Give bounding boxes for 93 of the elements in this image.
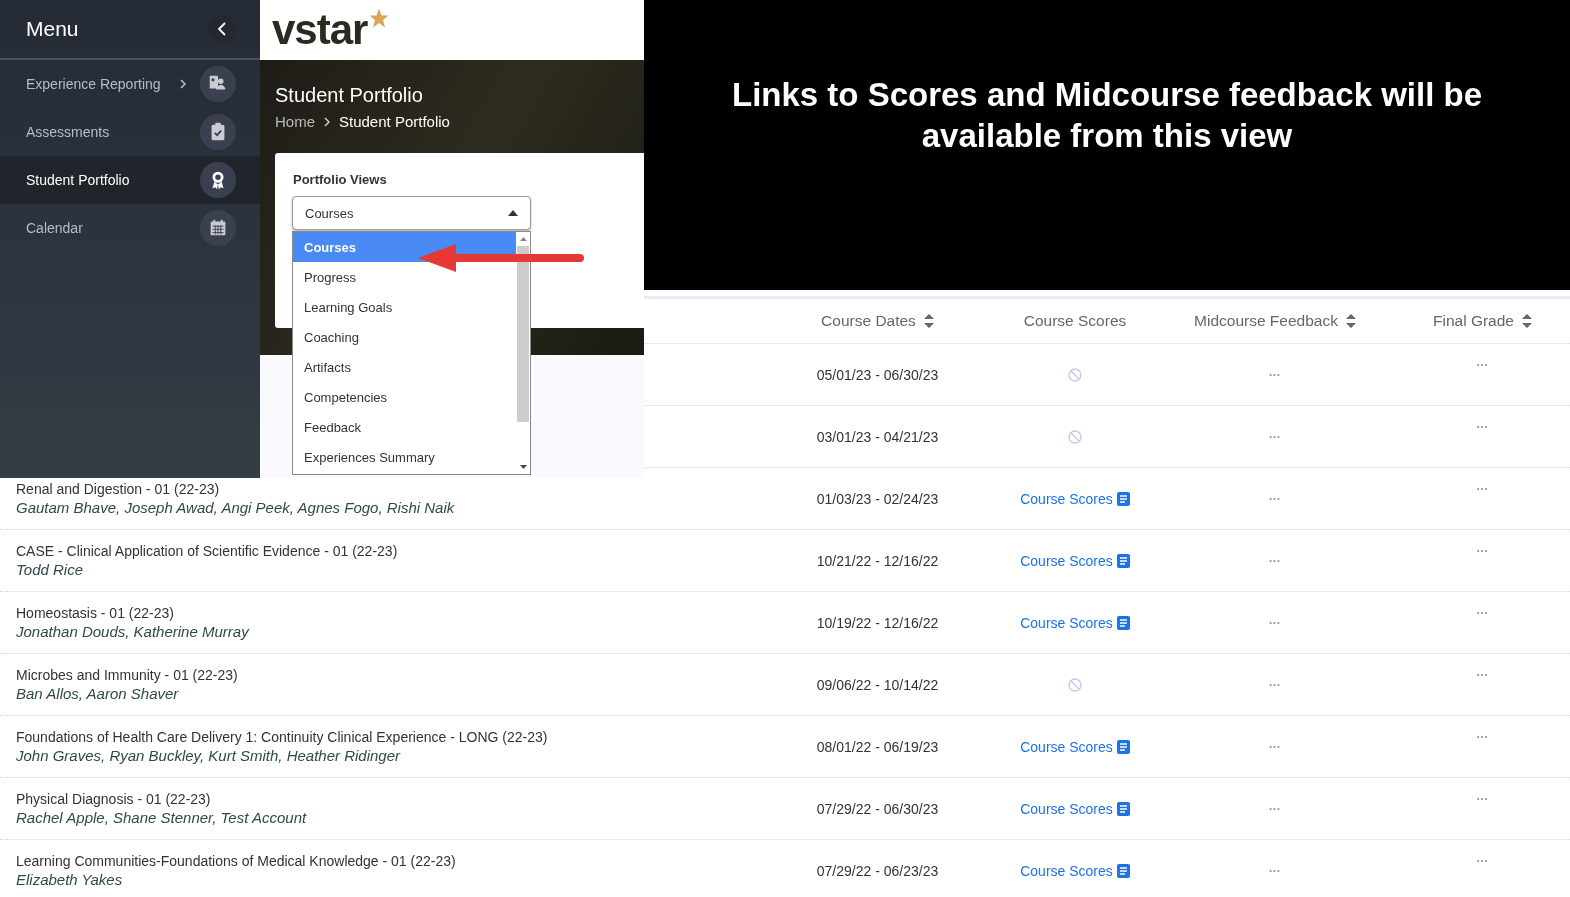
more-options[interactable]: •••: [1476, 608, 1489, 617]
instructor-names: Rachel Apple, Shane Stenner, Test Account: [16, 809, 307, 826]
course-dates: 08/01/22 - 06/19/23: [816, 738, 939, 755]
menu-title: Menu: [26, 17, 79, 41]
prohibited-icon: [1068, 367, 1082, 382]
dropdown-option[interactable]: Progress: [293, 262, 516, 292]
collapse-button[interactable]: [208, 15, 236, 43]
more-options[interactable]: •••: [1269, 804, 1281, 813]
book-icon: [1116, 863, 1130, 878]
course-dates: 03/01/23 - 04/21/23: [816, 428, 939, 445]
course-title: CASE - Clinical Application of Scientific Evidence - 01 (22-23): [16, 543, 398, 559]
chevron-right-icon: [324, 116, 330, 127]
dropdown-option[interactable]: Competencies: [293, 382, 516, 412]
more-options[interactable]: •••: [1476, 484, 1489, 493]
sidebar-item-label[interactable]: Assessments: [26, 124, 200, 140]
course-dates: 09/06/22 - 10/14/22: [816, 676, 939, 693]
course-dates: 07/29/22 - 06/23/23: [816, 862, 939, 879]
dropdown-option[interactable]: Feedback: [293, 412, 516, 442]
sidebar-item[interactable]: Assessments: [0, 108, 260, 156]
instructor-names: John Graves, Ryan Buckley, Kurt Smith, Heather Ridinger: [16, 747, 401, 764]
views-dropdown[interactable]: Courses: [292, 196, 531, 230]
dropdown-option[interactable]: Coaching: [293, 322, 516, 352]
book-icon: [1116, 491, 1130, 506]
more-options[interactable]: •••: [1476, 856, 1489, 865]
more-options[interactable]: •••: [1476, 732, 1489, 741]
book-icon: [1116, 801, 1130, 816]
chevron-right-icon: [180, 79, 186, 89]
course-title: Learning Communities-Foundations of Medical Knowledge - 01 (22-23): [16, 853, 456, 869]
course-dates: 10/19/22 - 12/16/22: [816, 614, 939, 631]
prohibited-icon: [1068, 677, 1082, 692]
more-options[interactable]: •••: [1269, 556, 1281, 565]
announcement-banner: Links to Scores and Midcourse feedback will be available from this view: [644, 0, 1570, 290]
column-header[interactable]: Final Grade: [1433, 312, 1532, 330]
course-title: Microbes and Immunity - 01 (22-23): [16, 667, 238, 683]
more-options[interactable]: •••: [1269, 370, 1281, 379]
course-scores-link[interactable]: Course Scores: [1020, 800, 1130, 817]
prohibited-icon: [1068, 429, 1082, 444]
sidebar-item-label[interactable]: Student Portfolio: [26, 172, 200, 188]
book-icon: [1116, 615, 1130, 630]
instructor-names: Todd Rice: [16, 561, 83, 578]
chevron-left-icon: [218, 22, 226, 36]
column-header[interactable]: Course Dates: [821, 312, 934, 330]
caret-up-icon: [519, 237, 527, 241]
course-scores-link[interactable]: Course Scores: [1020, 738, 1130, 755]
instructor-names: Gautam Bhave, Joseph Awad, Angi Peek, Agnes Fogo, Rishi Naik: [16, 499, 455, 516]
more-options[interactable]: •••: [1476, 422, 1489, 431]
course-dates: 10/21/22 - 12/16/22: [816, 552, 939, 569]
more-options[interactable]: •••: [1269, 866, 1281, 875]
more-options[interactable]: •••: [1269, 680, 1281, 689]
breadcrumb-link[interactable]: Home: [275, 113, 315, 130]
sidebar-item[interactable]: Calendar: [0, 204, 260, 252]
course-title: Foundations of Health Care Delivery 1: Continuity Clinical Experience - LONG (22-23): [16, 729, 548, 745]
course-dates: 05/01/23 - 06/30/23: [816, 366, 939, 383]
caret-up-icon: [508, 210, 518, 216]
sort-icon: [923, 314, 934, 328]
logo-text: vstar: [272, 6, 368, 54]
caret-down-icon: [519, 465, 527, 469]
instructor-names: Jonathan Douds, Katherine Murray: [16, 623, 249, 640]
instructor-names: Ban Allos, Aaron Shaver: [16, 685, 179, 702]
course-scores-link[interactable]: Course Scores: [1020, 614, 1130, 631]
more-options[interactable]: •••: [1476, 360, 1489, 369]
course-scores-link[interactable]: Course Scores: [1020, 552, 1130, 569]
dropdown-option[interactable]: Experiences Summary: [293, 442, 516, 472]
dropdown-option[interactable]: Artifacts: [293, 352, 516, 382]
more-options[interactable]: •••: [1269, 432, 1281, 441]
book-icon: [1116, 553, 1130, 568]
sidebar-item[interactable]: Student Portfolio: [0, 156, 260, 204]
course-scores-link[interactable]: Course Scores: [1020, 862, 1130, 879]
sort-icon: [1345, 314, 1356, 328]
more-options[interactable]: •••: [1269, 618, 1281, 627]
more-options[interactable]: •••: [1476, 794, 1489, 803]
sidebar-item-label[interactable]: Experience Reporting: [26, 76, 180, 92]
more-options[interactable]: •••: [1476, 546, 1489, 555]
dropdown-option[interactable]: Learning Goals: [293, 292, 516, 322]
course-title: Homeostasis - 01 (22-23): [16, 605, 174, 621]
course-scores-link[interactable]: Course Scores: [1020, 490, 1130, 507]
more-options[interactable]: •••: [1476, 670, 1489, 679]
course-title: Physical Diagnosis - 01 (22-23): [16, 791, 211, 807]
sidebar-item[interactable]: Experience Reporting: [0, 60, 260, 108]
course-title: Renal and Digestion - 01 (22-23): [16, 481, 220, 497]
star-icon: [369, 8, 390, 28]
sidebar-item-label[interactable]: Calendar: [26, 220, 200, 236]
book-icon: [1116, 739, 1130, 754]
column-header: Course Scores: [1023, 312, 1127, 330]
course-dates: 07/29/22 - 06/30/23: [816, 800, 939, 817]
page-title: Student Portfolio: [275, 84, 424, 107]
more-options[interactable]: •••: [1269, 742, 1281, 751]
column-header[interactable]: Midcourse Feedback: [1194, 312, 1356, 330]
sort-icon: [1522, 314, 1532, 328]
instructor-names: Elizabeth Yakes: [16, 871, 123, 888]
more-options[interactable]: •••: [1269, 494, 1281, 503]
field-label: Portfolio Views: [293, 172, 388, 187]
course-dates: 01/03/23 - 02/24/23: [816, 490, 939, 507]
